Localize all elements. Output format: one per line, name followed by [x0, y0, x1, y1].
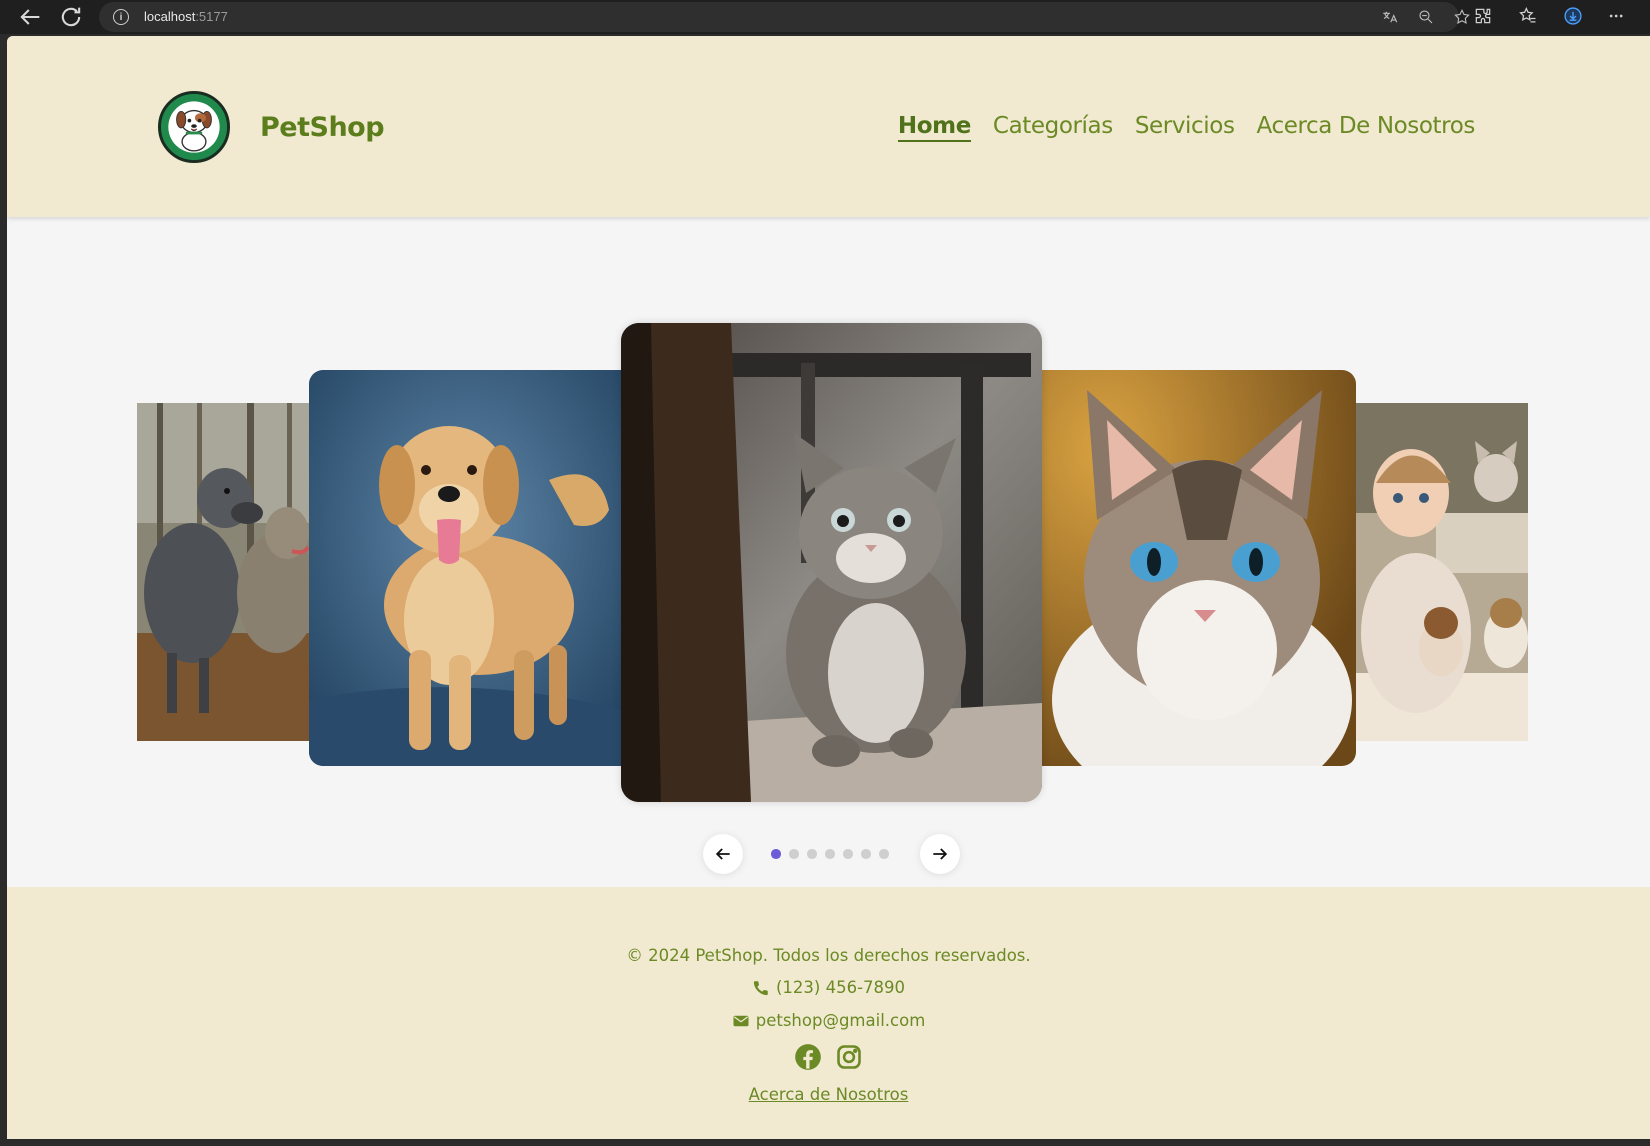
envelope-icon [732, 1012, 750, 1030]
site-info-icon[interactable]: i [113, 9, 129, 25]
petshop-logo[interactable] [158, 91, 230, 163]
browser-toolbar: i localhost:5177 [0, 0, 1650, 34]
zoom-out-icon[interactable] [1417, 8, 1435, 26]
carousel-dot[interactable] [807, 849, 817, 859]
address-bar[interactable]: i localhost:5177 [99, 2, 1470, 32]
footer-phone: (123) 456-7890 [7, 978, 1650, 997]
carousel-dot[interactable] [861, 849, 871, 859]
back-arrow-icon[interactable] [16, 3, 44, 31]
social-links [7, 1043, 1650, 1071]
image-carousel [7, 217, 1650, 887]
carousel-dot[interactable] [879, 849, 889, 859]
nav-categorias[interactable]: Categorías [993, 113, 1113, 142]
nav-home[interactable]: Home [897, 113, 971, 142]
page-viewport: PetShop Home Categorías Servicios Acerca… [7, 36, 1650, 1139]
arrow-right-icon [933, 848, 948, 860]
arrow-left-icon [715, 848, 730, 860]
carousel-dot[interactable] [843, 849, 853, 859]
extensions-icon[interactable] [1473, 6, 1493, 26]
address-url: localhost:5177 [144, 9, 228, 24]
site-footer: © 2024 PetShop. Todos los derechos reser… [7, 887, 1650, 1139]
download-icon[interactable] [1563, 6, 1583, 26]
baby-with-kittens-image[interactable] [1356, 403, 1528, 741]
favorite-star-icon[interactable] [1453, 8, 1471, 26]
window-bottom-border [0, 1139, 1650, 1146]
copyright-text: © 2024 PetShop. Todos los derechos reser… [626, 946, 1031, 965]
footer-email: petshop@gmail.com [7, 1011, 1650, 1030]
reload-icon[interactable] [57, 3, 85, 31]
carousel-dot[interactable] [825, 849, 835, 859]
footer-about: Acerca de Nosotros [7, 1085, 1650, 1104]
kitten-image[interactable] [621, 323, 1042, 802]
nav-acerca[interactable]: Acerca De Nosotros [1257, 113, 1476, 142]
site-header: PetShop Home Categorías Servicios Acerca… [7, 36, 1650, 217]
phone-number: (123) 456-7890 [775, 978, 906, 997]
about-us-link[interactable]: Acerca de Nosotros [749, 1085, 909, 1104]
favorites-list-icon[interactable] [1518, 6, 1538, 26]
brand-name[interactable]: PetShop [260, 112, 385, 143]
main-nav: Home Categorías Servicios Acerca De Noso… [897, 113, 1476, 142]
translate-icon[interactable] [1381, 8, 1399, 26]
nav-servicios[interactable]: Servicios [1135, 113, 1235, 142]
carousel-dot[interactable] [789, 849, 799, 859]
blue-eyed-cat-image[interactable] [1042, 370, 1356, 766]
dogs-great-dane-image[interactable] [137, 403, 309, 741]
instagram-icon[interactable] [835, 1043, 863, 1071]
carousel-dot[interactable] [771, 849, 781, 859]
golden-retriever-image[interactable] [309, 370, 623, 766]
more-menu-icon[interactable] [1607, 6, 1627, 26]
facebook-icon[interactable] [794, 1043, 822, 1071]
carousel-controls [7, 834, 1650, 878]
carousel-dots [771, 849, 889, 859]
email-address: petshop@gmail.com [755, 1011, 926, 1030]
carousel-prev-button[interactable] [703, 834, 743, 874]
carousel-next-button[interactable] [920, 834, 960, 874]
phone-icon [752, 979, 770, 997]
